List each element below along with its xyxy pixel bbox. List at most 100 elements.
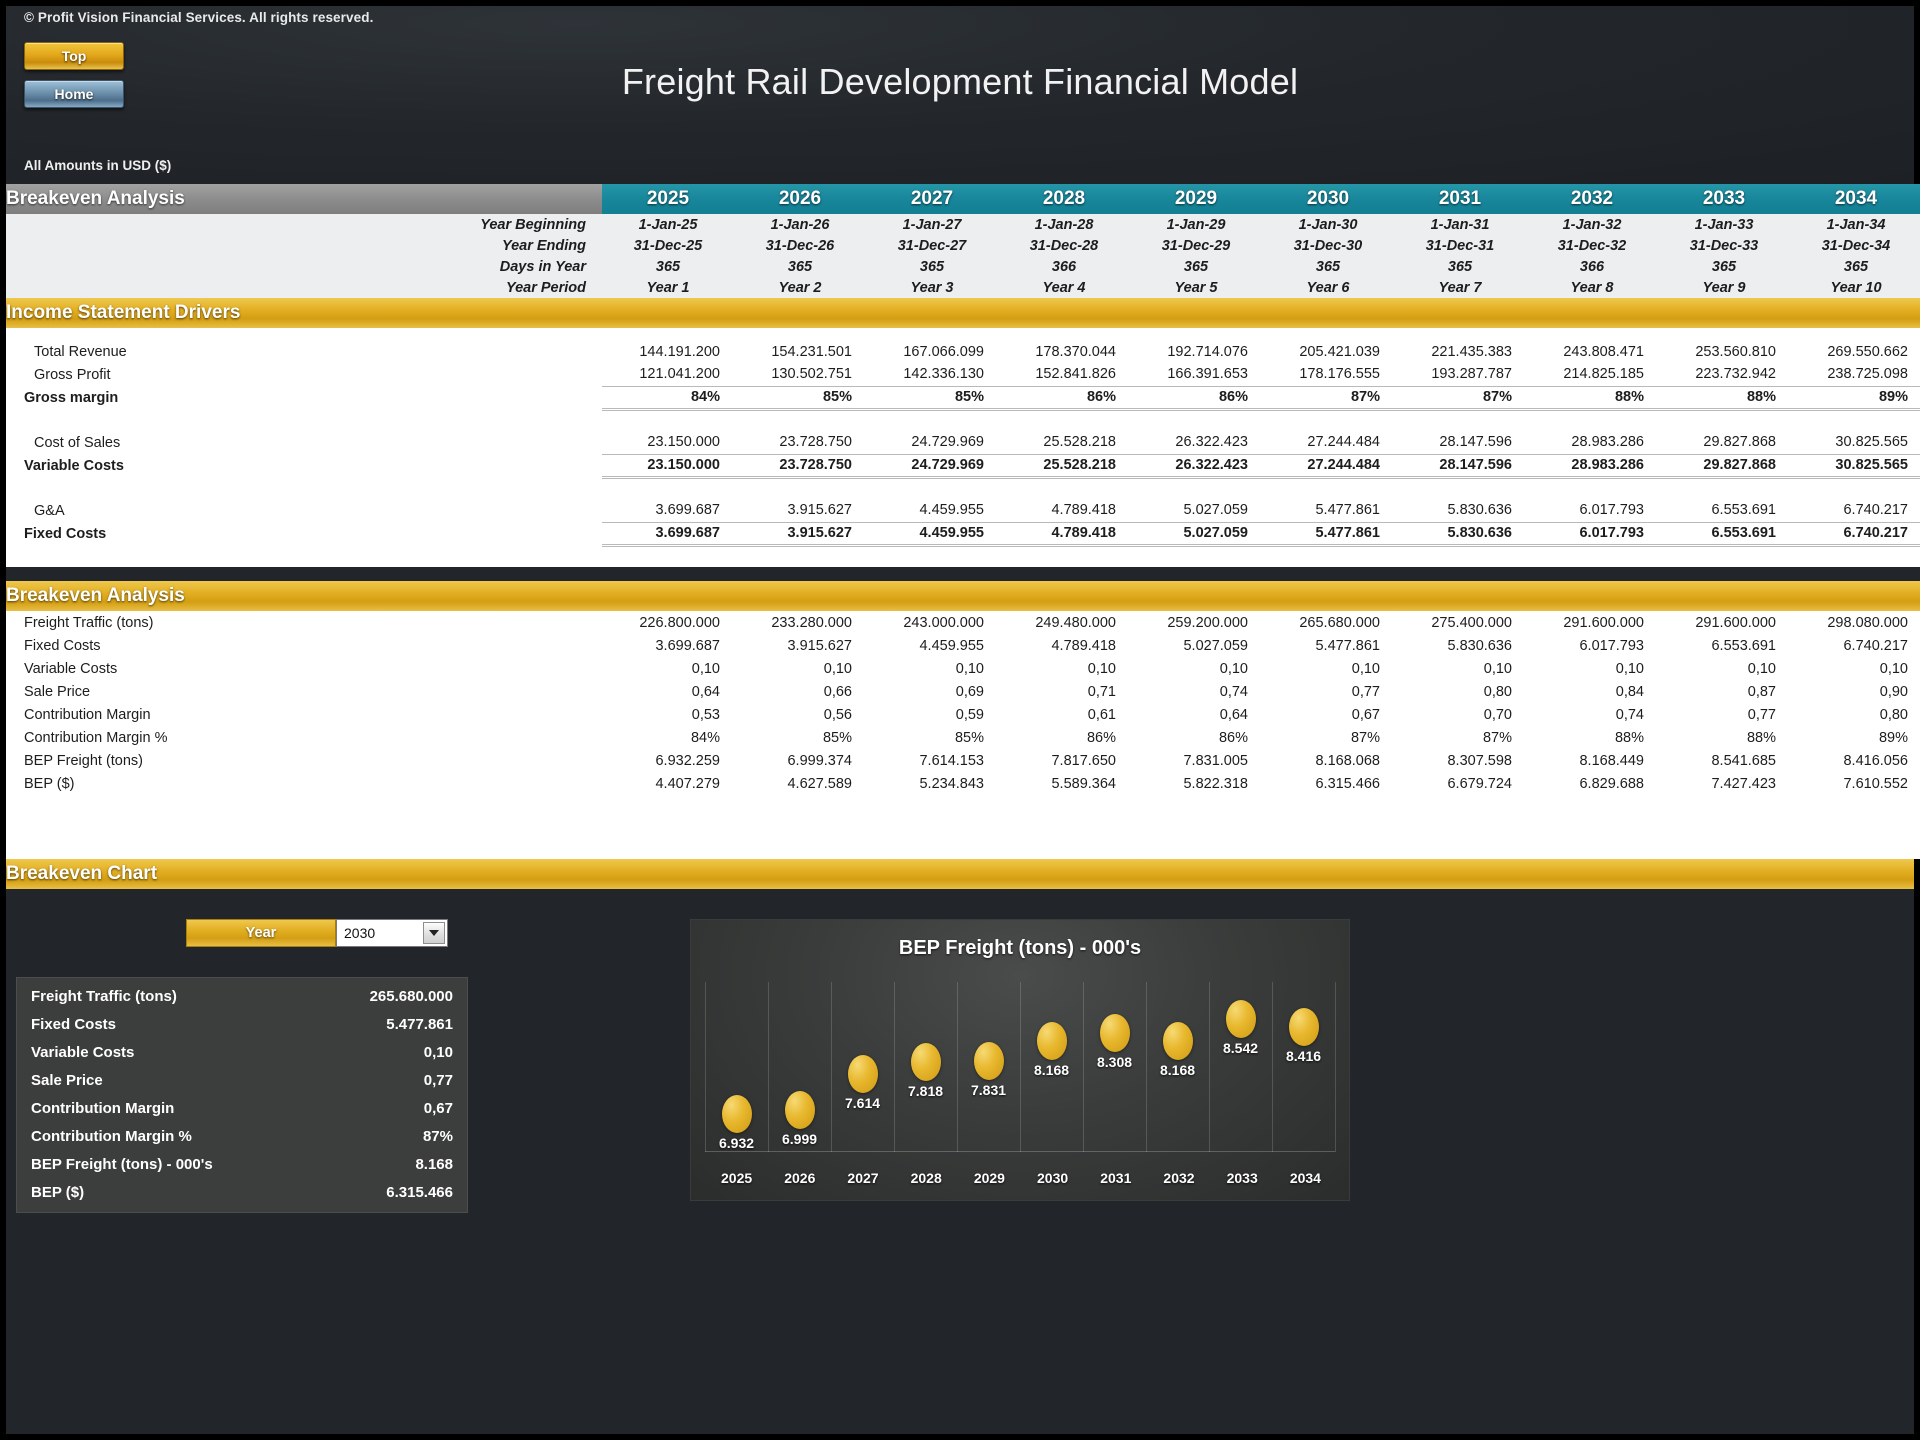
- cell-value: 88%: [1526, 726, 1658, 749]
- section-header-row: Breakeven Chart: [6, 859, 1914, 889]
- cell-value: 0,10: [998, 657, 1130, 680]
- section-title-income-statement-drivers: Income Statement Drivers: [6, 298, 1920, 328]
- cell-value: 1-Jan-31: [1394, 214, 1526, 235]
- year-column-header: 2030: [1262, 184, 1394, 214]
- chart-data-label: 8.168: [1159, 1062, 1196, 1079]
- cell-value: 31-Dec-32: [1526, 235, 1658, 256]
- table-row: Contribution Margin % 84% 85% 85% 86% 86% 87% 8…: [6, 726, 1920, 749]
- cell-value: 366: [1526, 256, 1658, 277]
- cell-value: 1-Jan-34: [1790, 214, 1920, 235]
- cell-value: 214.825.185: [1526, 363, 1658, 386]
- chevron-down-icon[interactable]: [423, 922, 445, 944]
- cell-value: 86%: [1130, 385, 1262, 411]
- year-column-header: 2028: [998, 184, 1130, 214]
- summary-row: Sale Price 0,77: [17, 1066, 467, 1094]
- cell-value: Year 6: [1262, 277, 1394, 298]
- cell-value: 0,53: [602, 703, 734, 726]
- cell-value: 31-Dec-26: [734, 235, 866, 256]
- cell-value: 3.699.687: [602, 634, 734, 657]
- chart-gridline: [1020, 982, 1021, 1152]
- cell-value: 31-Dec-25: [602, 235, 734, 256]
- cell-value: 5.830.636: [1394, 521, 1526, 547]
- cell-value: Year 2: [734, 277, 866, 298]
- cell-value: 6.932.259: [602, 749, 734, 772]
- cell-value: 365: [1658, 256, 1790, 277]
- cell-value: 0,64: [1130, 703, 1262, 726]
- cell-value: 7.831.005: [1130, 749, 1262, 772]
- cell-value: 365: [1394, 256, 1526, 277]
- cell-value: 8.168.449: [1526, 749, 1658, 772]
- cell-value: 6.829.688: [1526, 772, 1658, 795]
- cell-value: 31-Dec-34: [1790, 235, 1920, 256]
- cell-value: 87%: [1262, 385, 1394, 411]
- row-label: Year Ending: [6, 235, 602, 256]
- cell-value: 154.231.501: [734, 340, 866, 363]
- section-title-breakeven-analysis-2: Breakeven Analysis: [6, 581, 1920, 611]
- cell-value: 26.322.423: [1130, 431, 1262, 454]
- row-label: Variable Costs: [6, 454, 602, 477]
- cell-value: 87%: [1394, 726, 1526, 749]
- cell-value: 0,87: [1658, 680, 1790, 703]
- cell-value: 31-Dec-27: [866, 235, 998, 256]
- cell-value: 365: [1262, 256, 1394, 277]
- cell-value: 85%: [734, 385, 866, 411]
- chart-x-axis-label: 2030: [1037, 1170, 1069, 1186]
- chart-x-axis-label: 2025: [721, 1170, 753, 1186]
- top-banner: © Profit Vision Financial Services. All …: [6, 6, 1914, 184]
- summary-row-value: 0,67: [423, 1099, 453, 1117]
- cell-value: 28.983.286: [1526, 453, 1658, 479]
- cell-value: 0,59: [866, 703, 998, 726]
- cell-value: 1-Jan-25: [602, 214, 734, 235]
- cell-value: 0,10: [1130, 657, 1262, 680]
- table-row: Cost of Sales 23.150.000 23.728.750 24.729.…: [6, 431, 1920, 454]
- row-label: Cost of Sales: [6, 431, 602, 454]
- chart-gridline: [831, 982, 832, 1152]
- cell-value: Year 9: [1658, 277, 1790, 298]
- cell-value: 89%: [1790, 385, 1920, 411]
- cell-value: Year 8: [1526, 277, 1658, 298]
- chart-marker: [784, 1090, 815, 1129]
- cell-value: 121.041.200: [602, 363, 734, 386]
- chart-data-label: 8.168: [1033, 1062, 1070, 1079]
- cell-value: 1-Jan-27: [866, 214, 998, 235]
- chart-gridline: [1209, 982, 1210, 1152]
- cell-value: 0,10: [1790, 657, 1920, 680]
- cell-value: 7.817.650: [998, 749, 1130, 772]
- spacer-row: [6, 795, 1920, 859]
- cell-value: Year 7: [1394, 277, 1526, 298]
- year-selector[interactable]: Year 2030: [186, 919, 448, 947]
- cell-value: 4.789.418: [998, 634, 1130, 657]
- cell-value: Year 10: [1790, 277, 1920, 298]
- summary-row-value: 5.477.861: [386, 1015, 453, 1033]
- chart-x-axis-label: 2031: [1100, 1170, 1132, 1186]
- row-label: Fixed Costs: [6, 634, 602, 657]
- cell-value: 5.477.861: [1262, 634, 1394, 657]
- cell-value: 166.391.653: [1130, 363, 1262, 386]
- cell-value: 0,10: [1658, 657, 1790, 680]
- summary-row-label: BEP Freight (tons) - 000's: [31, 1155, 213, 1173]
- cell-value: 0,10: [1394, 657, 1526, 680]
- cell-value: 167.066.099: [866, 340, 998, 363]
- cell-value: 87%: [1394, 385, 1526, 411]
- cell-value: 6.740.217: [1790, 634, 1920, 657]
- cell-value: 192.714.076: [1130, 340, 1262, 363]
- year-dropdown[interactable]: 2030: [336, 919, 448, 947]
- chart-data-label: 8.308: [1096, 1053, 1133, 1070]
- chart-data-label: 6.999: [781, 1130, 818, 1147]
- summary-row: BEP ($) 6.315.466: [17, 1178, 467, 1206]
- cell-value: Year 1: [602, 277, 734, 298]
- table-row: Year Beginning 1-Jan-25 1-Jan-26 1-Jan-27 1-…: [6, 214, 1920, 235]
- cell-value: 7.614.153: [866, 749, 998, 772]
- chart-plot-area: 6.932 6.999 7.614 7.818 7.831 8.168 8.308 8.168…: [705, 982, 1336, 1152]
- cell-value: 0,67: [1262, 703, 1394, 726]
- row-label: Days in Year: [6, 256, 602, 277]
- year-dropdown-value: 2030: [344, 925, 376, 941]
- cell-value: 87%: [1262, 726, 1394, 749]
- chart-data-label: 7.614: [844, 1094, 881, 1111]
- chart-gridline: [768, 982, 769, 1152]
- cell-value: 23.150.000: [602, 453, 734, 479]
- cell-value: 3.915.627: [734, 521, 866, 547]
- cell-value: 24.729.969: [866, 431, 998, 454]
- cell-value: 233.280.000: [734, 611, 866, 634]
- cell-value: 4.459.955: [866, 499, 998, 522]
